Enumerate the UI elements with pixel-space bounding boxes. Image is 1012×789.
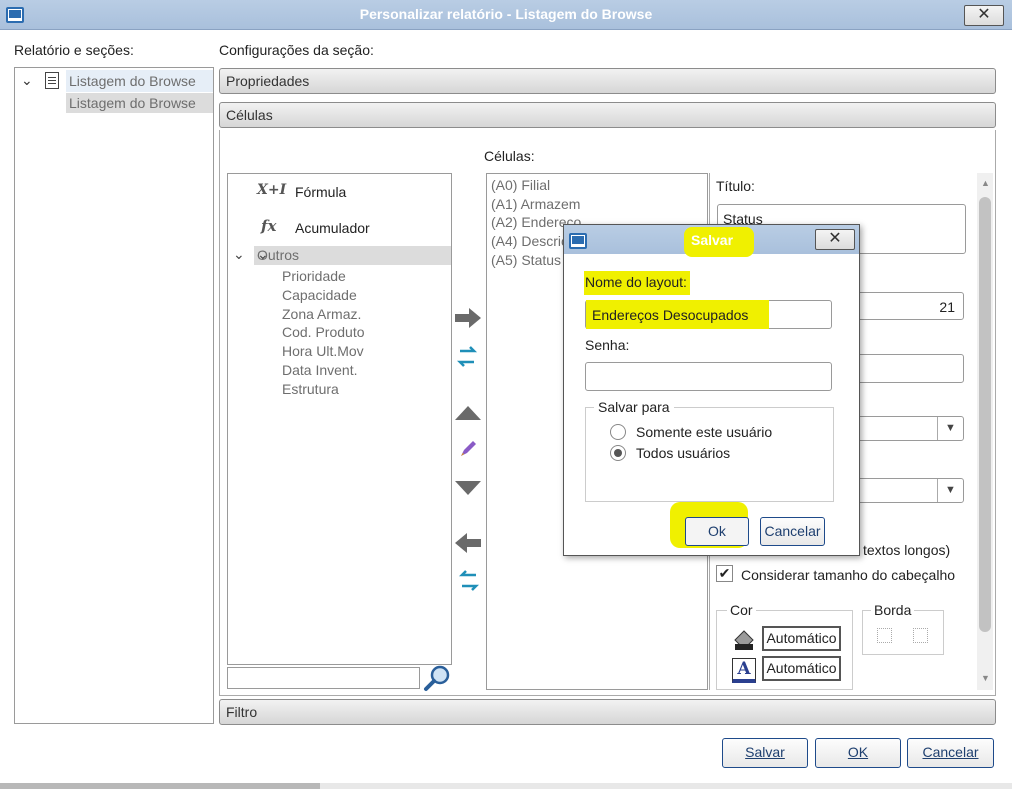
salvar-para-label: Salvar para [594, 399, 674, 415]
considerar-checkbox[interactable]: ✔ [716, 565, 733, 582]
tamanho-input[interactable]: 21 [856, 292, 964, 320]
cell-item[interactable]: (A1) Armazem [491, 195, 581, 214]
borda-group: Borda [862, 602, 944, 655]
radio-todos[interactable] [610, 445, 626, 461]
ok-button[interactable]: OK [815, 738, 901, 768]
cancelar-button[interactable]: Cancelar [907, 738, 994, 768]
accumulator-icon: fx [261, 217, 277, 235]
nome-layout-input[interactable]: Endereços Desocupados [585, 300, 832, 329]
window-title: Personalizar relatório - Listagem do Bro… [359, 6, 653, 22]
arrow-left-icon[interactable] [453, 531, 483, 555]
border-outer-icon[interactable] [913, 628, 928, 643]
senha-label: Senha: [585, 337, 630, 353]
cells-heading: Células: [484, 148, 535, 164]
section-propriedades[interactable]: Propriedades [219, 68, 996, 94]
chevron-down-icon[interactable]: ▼ [937, 417, 963, 440]
nome-layout-value: Endereços Desocupados [592, 307, 749, 323]
move-all-left-icon[interactable] [457, 569, 479, 593]
todos-label: Todos usuários [636, 445, 731, 461]
nome-label: Nome do layout: [585, 274, 687, 290]
palette-formula[interactable]: Fórmula [295, 184, 346, 200]
scroll-up-icon[interactable]: ▲ [981, 178, 990, 188]
cor-group: Cor Automático A Automático [716, 602, 853, 690]
close-button[interactable]: ✕ [964, 5, 1004, 26]
check-icon: ✔ [718, 565, 731, 581]
cor-fonte-button[interactable]: Automático [762, 656, 841, 681]
sections-heading: Relatório e seções: [14, 42, 134, 58]
section-filtro[interactable]: Filtro [219, 699, 996, 725]
palette-outros: Outros [257, 247, 300, 263]
cell-item[interactable]: (A0) Filial [491, 176, 581, 195]
document-icon [45, 72, 59, 89]
search-icon[interactable] [423, 664, 451, 692]
title-bar: Personalizar relatório - Listagem do Bro… [0, 0, 1012, 30]
chevron-down-icon[interactable]: ⌄ [21, 72, 33, 89]
select-2[interactable]: ▼ [856, 478, 964, 503]
palette-acumulador[interactable]: Acumulador [295, 220, 370, 236]
edit-icon[interactable] [458, 439, 478, 459]
sections-tree: ⌄ Listagem do Browse Listagem do Browse [14, 67, 214, 724]
config-heading: Configurações da seção: [219, 42, 374, 58]
considerar-label: Considerar tamanho do cabeçalho [741, 567, 956, 583]
arrow-up-icon[interactable] [453, 404, 483, 422]
palette-search-input[interactable] [227, 667, 420, 689]
text-input[interactable] [856, 354, 964, 383]
dialog-title-bar: Salvar ✕ [564, 225, 859, 257]
section-celulas[interactable]: Células [219, 102, 996, 128]
palette-outros-row[interactable]: ⌄ Outros [254, 246, 451, 265]
palette-item[interactable]: Cod. Produto [282, 323, 365, 342]
paint-bucket-icon [734, 630, 754, 650]
close-icon: ✕ [828, 230, 842, 247]
salvar-button[interactable]: Salvar [722, 738, 808, 768]
properties-scrollbar[interactable]: ▲ ▼ [977, 173, 993, 690]
palette-item[interactable]: Zona Armaz. [282, 305, 365, 324]
bottom-scrollbar-track [320, 783, 1012, 789]
palette-item[interactable]: Estrutura [282, 380, 365, 399]
palette-items: Prioridade Capacidade Zona Armaz. Cod. P… [282, 267, 365, 399]
chevron-down-icon[interactable]: ▼ [937, 479, 963, 502]
border-grid-icon[interactable] [877, 628, 892, 643]
bottom-scrollbar[interactable] [0, 783, 320, 789]
arrow-down-icon[interactable] [453, 479, 483, 497]
tamanho-value: 21 [939, 299, 955, 315]
font-color-icon: A [732, 658, 756, 683]
cor-fundo-button[interactable]: Automático [762, 626, 841, 651]
formula-icon: X+I [257, 182, 287, 198]
move-all-right-icon[interactable] [457, 345, 479, 369]
arrow-right-icon[interactable] [453, 306, 483, 330]
scrollbar-thumb[interactable] [979, 197, 991, 632]
dialog-title: Salvar [691, 232, 734, 248]
outros-expand-icon[interactable]: ⌄ [233, 246, 245, 263]
palette-item[interactable]: Prioridade [282, 267, 365, 286]
titulo-label: Título: [716, 178, 755, 194]
tree-item-child[interactable]: Listagem do Browse [66, 93, 213, 113]
dialog-close-button[interactable]: ✕ [815, 229, 855, 250]
fields-palette: X+I Fórmula fx Acumulador ⌄ Outros Prior… [227, 173, 452, 665]
palette-item[interactable]: Hora Ult.Mov [282, 342, 365, 361]
app-icon [569, 233, 587, 249]
senha-input[interactable] [585, 362, 832, 391]
salvar-dialog: Salvar ✕ Nome do layout: Endereços Desoc… [563, 224, 860, 556]
dialog-ok-button[interactable]: Ok [685, 517, 749, 546]
salvar-para-group: Salvar para Somente este usuário Todos u… [585, 399, 834, 502]
palette-item[interactable]: Capacidade [282, 286, 365, 305]
radio-somente[interactable] [610, 424, 626, 440]
dialog-cancelar-button[interactable]: Cancelar [760, 517, 825, 546]
close-icon: ✕ [977, 6, 991, 23]
borda-label: Borda [871, 602, 915, 618]
somente-label: Somente este usuário [636, 424, 773, 440]
select-1[interactable]: ▼ [856, 416, 964, 441]
cor-label: Cor [727, 602, 756, 618]
textos-longos-label: textos longos) [863, 542, 951, 558]
palette-item[interactable]: Data Invent. [282, 361, 365, 380]
tree-item-root[interactable]: Listagem do Browse [66, 70, 213, 92]
scroll-down-icon[interactable]: ▼ [981, 673, 990, 683]
